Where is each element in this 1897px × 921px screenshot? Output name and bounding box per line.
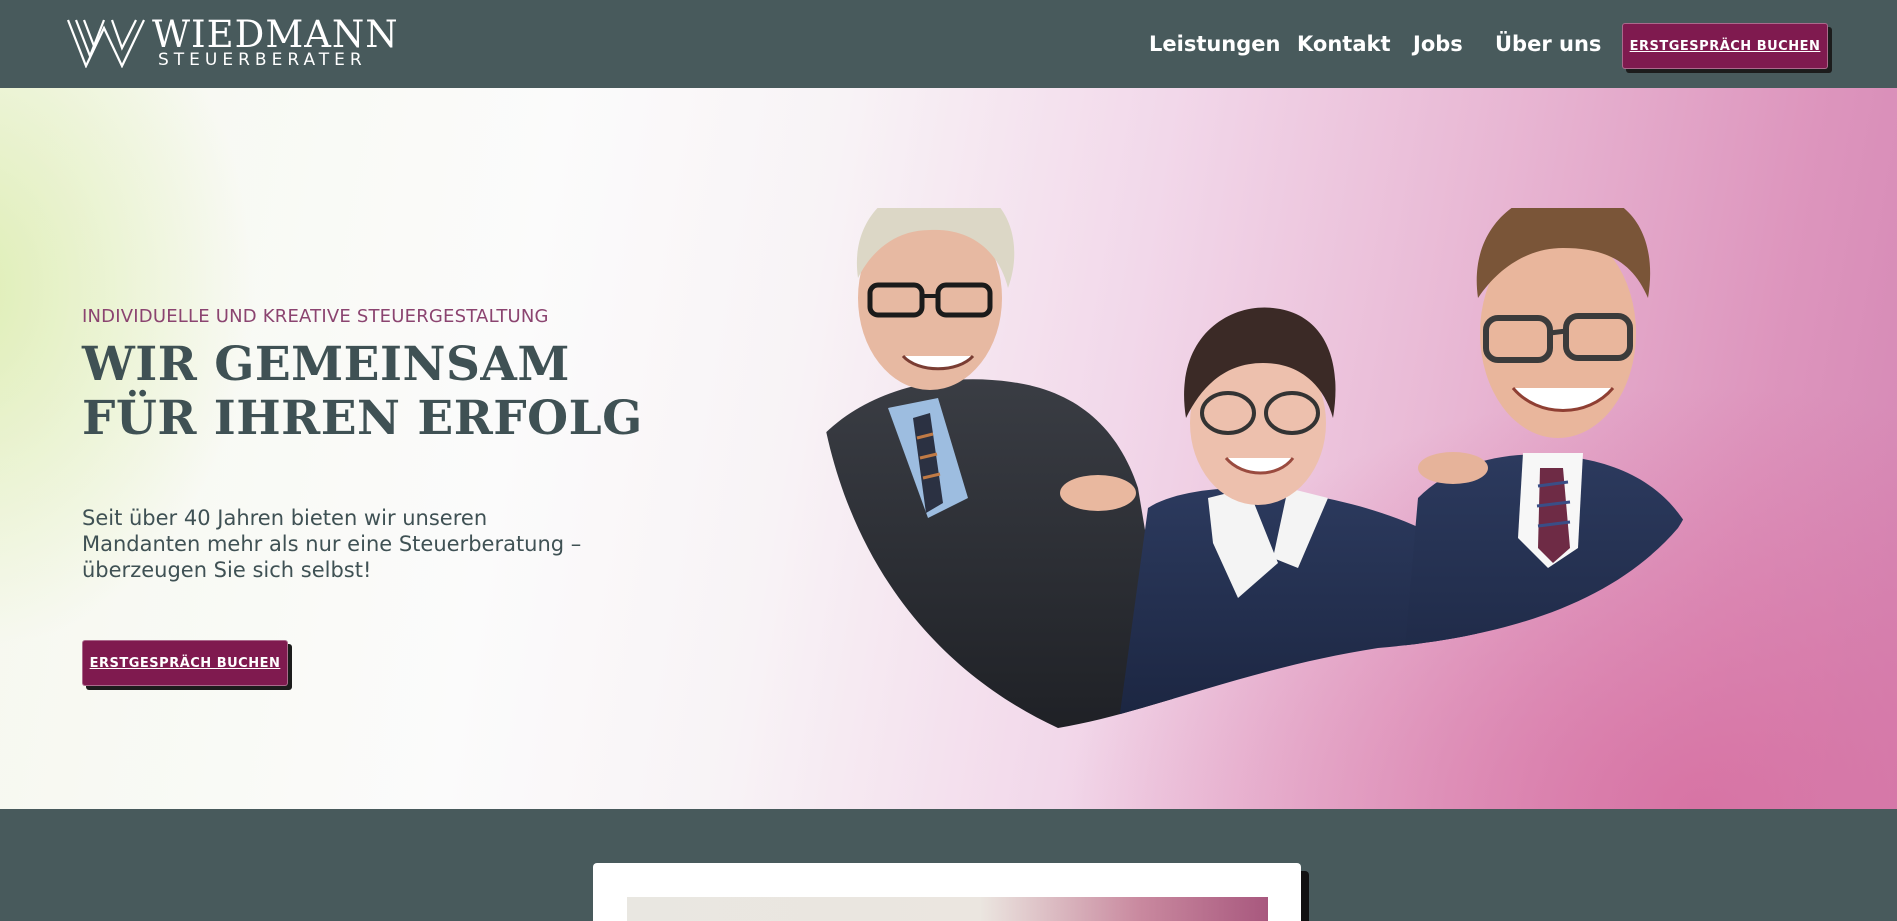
- logo-subtitle: STEUERBERATER: [158, 50, 367, 70]
- card-image: [627, 897, 1268, 921]
- hero-headline: WIR GEMEINSAM FÜR IHREN ERFOLG: [82, 338, 702, 446]
- site-header: WIEDMANN STEUERBERATER Leistungen Kontak…: [0, 0, 1897, 88]
- person-right: [1398, 208, 1712, 728]
- content-section: [0, 809, 1897, 921]
- logo-name: WIEDMANN: [152, 13, 399, 56]
- header-book-consultation-button[interactable]: ERSTGESPRÄCH BUCHEN: [1622, 23, 1828, 69]
- hero-headline-line-2: FÜR IHREN ERFOLG: [82, 391, 643, 446]
- hero-lead-text: Seit über 40 Jahren bieten wir unseren M…: [82, 506, 582, 582]
- site-logo[interactable]: WIEDMANN STEUERBERATER: [66, 16, 398, 72]
- hero-headline-line-1: WIR GEMEINSAM: [82, 337, 570, 392]
- double-w-logo-icon: [66, 19, 145, 68]
- hero-eyebrow: INDIVIDUELLE UND KREATIVE STEUERGESTALTU…: [82, 306, 549, 327]
- hero-section: INDIVIDUELLE UND KREATIVE STEUERGESTALTU…: [0, 88, 1897, 809]
- nav-link-leistungen[interactable]: Leistungen: [1149, 27, 1281, 61]
- content-card: [593, 863, 1301, 921]
- nav-link-kontakt[interactable]: Kontakt: [1297, 27, 1391, 61]
- nav-link-jobs[interactable]: Jobs: [1413, 27, 1463, 61]
- hero-book-consultation-button[interactable]: ERSTGESPRÄCH BUCHEN: [82, 640, 288, 686]
- nav-link-ueber-uns[interactable]: Über uns: [1495, 27, 1601, 61]
- person-left: [818, 208, 1178, 728]
- team-photo: [818, 208, 1712, 728]
